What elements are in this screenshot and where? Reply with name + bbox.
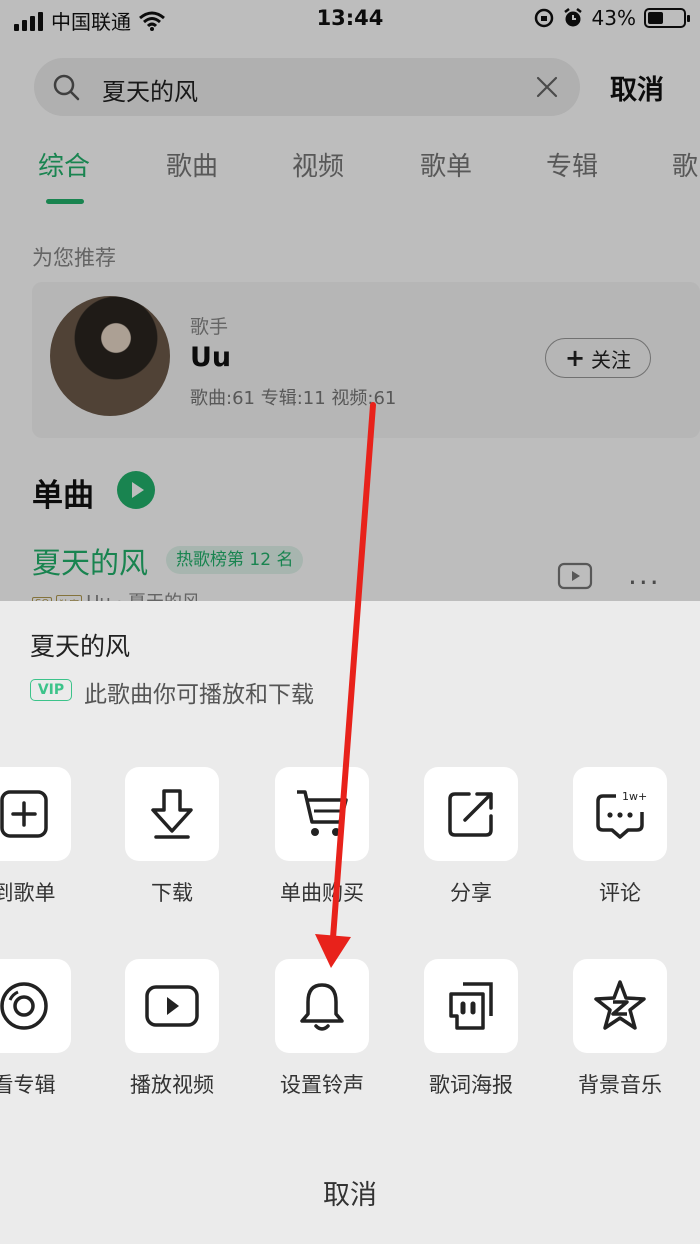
action-label: 下载 <box>151 881 193 905</box>
action-label: 设置铃声 <box>280 1073 364 1097</box>
vip-badge: VIP <box>30 679 72 701</box>
cart-icon <box>297 790 348 836</box>
action-label: 单曲购买 <box>280 881 364 905</box>
album-icon <box>0 982 48 1030</box>
comment-icon: 1w+ <box>596 790 647 839</box>
action-label: 看专辑 <box>0 1073 56 1097</box>
vip-notice: 此歌曲你可播放和下载 <box>84 682 314 708</box>
sheet-song-title: 夏天的风 <box>30 632 131 661</box>
lyrics-poster-icon <box>449 982 493 1030</box>
background-music-icon <box>594 980 646 1030</box>
download-icon <box>151 789 193 839</box>
action-label: 歌词海报 <box>429 1073 513 1097</box>
action-label: 评论 <box>599 881 641 905</box>
action-label: 播放视频 <box>130 1073 214 1097</box>
play-video-icon <box>145 985 199 1027</box>
action-label: 背景音乐 <box>578 1073 662 1097</box>
share-icon <box>448 792 493 837</box>
bell-icon <box>300 983 344 1031</box>
sheet-cancel-button[interactable]: 取消 <box>0 1173 700 1212</box>
comment-count-badge: 1w+ <box>622 790 647 803</box>
add-to-playlist-icon <box>0 790 48 838</box>
action-label: 到歌单 <box>0 881 56 905</box>
action-label: 分享 <box>450 881 492 905</box>
action-sheet: 夏天的风 VIP 此歌曲你可播放和下载 到歌单 下载 单曲购买 分享 1w+ 评… <box>0 601 700 1244</box>
